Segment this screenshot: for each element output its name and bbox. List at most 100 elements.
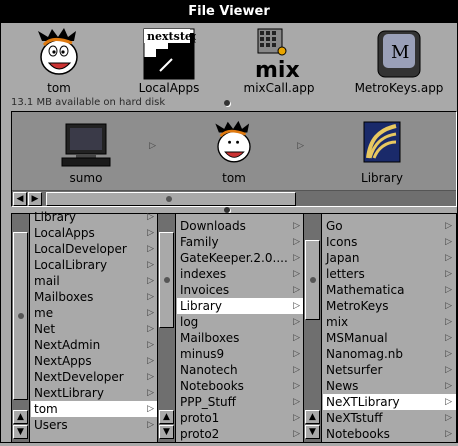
path-item-sumo[interactable]: sumo ▷ [12, 116, 160, 188]
list-item[interactable]: Users ▷ [31, 417, 158, 433]
list-item[interactable]: GateKeeper.2.0.... ▷ [177, 250, 304, 266]
shelf-item-mixcall[interactable]: mix mixCall.app [229, 25, 329, 97]
list-item[interactable]: tom ▷ [31, 401, 158, 417]
arrow-right-icon: ▷ [445, 285, 452, 295]
shelf-label: MetroKeys.app [354, 81, 444, 95]
vertical-scrollbar[interactable]: ▲ ▼ [12, 214, 30, 442]
arrow-right-icon: ▷ [147, 212, 154, 222]
list-item-label: Mathematica [326, 283, 405, 297]
list-item[interactable]: Library ▷ [177, 298, 304, 314]
list-item[interactable]: Net ▷ [31, 321, 158, 337]
list-item[interactable]: log ▷ [177, 314, 304, 330]
scroll-up-button[interactable]: ▲ [305, 410, 320, 424]
arrow-right-icon: ▷ [297, 141, 304, 151]
list-item-label: LocalDeveloper [34, 242, 127, 256]
list-item[interactable]: Library ▷ [31, 209, 158, 225]
path-item-tom[interactable]: tom ▷ [160, 116, 308, 188]
path-label: Library [361, 171, 403, 185]
list-item[interactable]: NextApps ▷ [31, 353, 158, 369]
list-item[interactable]: Go ▷ [323, 218, 456, 234]
list-item-label: Users [34, 418, 68, 432]
list-item[interactable]: MetroKeys ▷ [323, 298, 456, 314]
arrow-right-icon: ▷ [293, 285, 300, 295]
list-item[interactable]: NeXTLibrary ▷ [323, 394, 456, 410]
list-item[interactable]: mail ▷ [31, 273, 158, 289]
list-item[interactable]: Japan ▷ [323, 250, 456, 266]
path-label: tom [222, 171, 246, 185]
arrow-right-icon: ▷ [293, 429, 300, 439]
list-item[interactable]: NextAdmin ▷ [31, 337, 158, 353]
arrow-right-icon: ▷ [147, 292, 154, 302]
shelf-item-metrokeys[interactable]: M MetroKeys.app [349, 25, 449, 97]
list-item[interactable]: proto2 ▷ [177, 426, 304, 442]
arrow-right-icon: ▷ [147, 260, 154, 270]
scroll-knob[interactable] [305, 240, 320, 320]
scroll-left-button[interactable]: ◀ [13, 192, 27, 206]
arrow-right-icon: ▷ [147, 404, 154, 414]
list-item[interactable]: NeXTstuff ▷ [323, 410, 456, 426]
list-item[interactable]: Mailboxes ▷ [177, 330, 304, 346]
list-item-label: Notebooks [326, 427, 390, 441]
list-item-label: Library [34, 210, 76, 224]
list-item[interactable]: proto1 ▷ [177, 410, 304, 426]
scroll-knob[interactable] [46, 192, 296, 206]
shelf-label: mixCall.app [243, 81, 315, 95]
list-item-label: tom [34, 402, 58, 416]
calvin-face-icon [38, 28, 78, 75]
list-item[interactable]: Nanomag.nb ▷ [323, 346, 456, 362]
list-item[interactable]: LocalLibrary ▷ [31, 257, 158, 273]
list-item[interactable]: NextLibrary ▷ [31, 385, 158, 401]
list-item-label: me [34, 306, 54, 320]
list-item[interactable]: Family ▷ [177, 234, 304, 250]
scroll-up-button[interactable]: ▲ [159, 410, 174, 424]
svg-text:nextstep: nextstep [147, 30, 196, 43]
list-item[interactable]: Invoices ▷ [177, 282, 304, 298]
list-item[interactable]: NextDeveloper ▷ [31, 369, 158, 385]
list-item[interactable]: LocalApps ▷ [31, 225, 158, 241]
list-item[interactable]: indexes ▷ [177, 266, 304, 282]
list-item[interactable]: LocalDeveloper ▷ [31, 241, 158, 257]
list-item[interactable]: Downloads ▷ [177, 218, 304, 234]
arrow-right-icon: ▷ [445, 333, 452, 343]
vertical-scrollbar[interactable]: ▲ ▼ [304, 214, 322, 442]
list-item[interactable]: News ▷ [323, 378, 456, 394]
list-item-label: Notebooks [180, 379, 244, 393]
list-item[interactable]: Netsurfer ▷ [323, 362, 456, 378]
scroll-down-button[interactable]: ▼ [13, 425, 28, 439]
mix-app-icon: mix [255, 28, 300, 81]
list-item[interactable]: letters ▷ [323, 266, 456, 282]
list-item[interactable]: Mailboxes ▷ [31, 289, 158, 305]
svg-text:M: M [391, 42, 409, 63]
scroll-down-button[interactable]: ▼ [305, 425, 320, 439]
scroll-up-button[interactable]: ▲ [13, 410, 28, 424]
list-item[interactable]: Notebooks ▷ [323, 426, 456, 442]
arrow-right-icon: ▷ [293, 221, 300, 231]
scroll-knob[interactable] [159, 232, 174, 328]
list-item[interactable]: Mathematica ▷ [323, 282, 456, 298]
file-list: Downloads ▷ Family ▷ GateKeeper.2.0.... ▷ inde… [177, 218, 304, 446]
list-item[interactable]: minus9 ▷ [177, 346, 304, 362]
arrow-right-icon: ▷ [445, 253, 452, 263]
arrow-right-icon: ▷ [293, 365, 300, 375]
list-item[interactable]: Icons ▷ [323, 234, 456, 250]
vertical-scrollbar[interactable]: ▲ ▼ [158, 214, 176, 442]
list-item[interactable]: me ▷ [31, 305, 158, 321]
list-item[interactable]: PPP_Stuff ▷ [177, 394, 304, 410]
list-item[interactable]: MSManual ▷ [323, 330, 456, 346]
path-item-library[interactable]: Library [308, 116, 456, 188]
shelf-item-tom[interactable]: tom [9, 25, 109, 97]
horizontal-scrollbar[interactable]: ◀ ▶ [12, 190, 456, 206]
list-item[interactable]: mix ▷ [323, 314, 456, 330]
calvin-face-icon [215, 120, 251, 163]
shelf-item-localapps[interactable]: nextstep LocalApps [119, 25, 219, 97]
scroll-down-button[interactable]: ▼ [159, 425, 174, 439]
scroll-right-button[interactable]: ▶ [28, 192, 42, 206]
list-item-label: Go [326, 219, 343, 233]
split-handle[interactable] [224, 100, 230, 106]
scroll-knob[interactable] [13, 232, 28, 400]
list-item-label: NextDeveloper [34, 370, 124, 384]
list-item-label: mix [326, 315, 349, 329]
list-item[interactable]: Nanotech ▷ [177, 362, 304, 378]
arrow-right-icon: ▷ [147, 340, 154, 350]
list-item[interactable]: Notebooks ▷ [177, 378, 304, 394]
